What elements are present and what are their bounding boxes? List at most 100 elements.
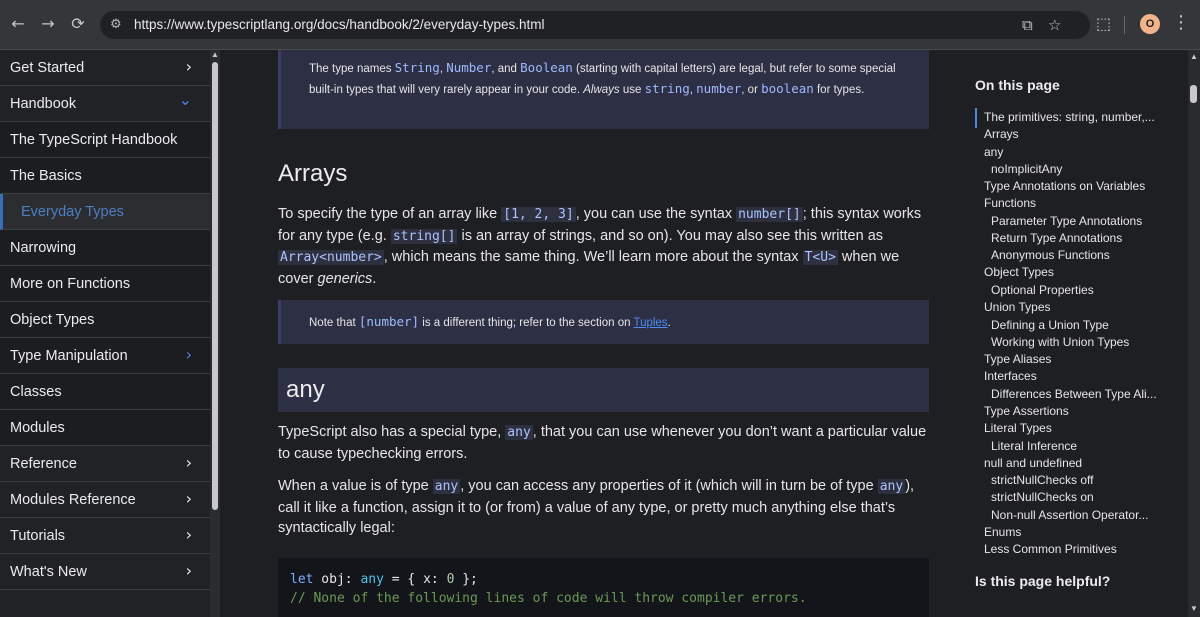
sidebar-item-reference[interactable]: Reference › — [0, 446, 210, 482]
emphasis-text: generics — [317, 270, 373, 287]
browser-toolbar: ← → ⟳ ⚙ https://www.typescriptlang.org/d… — [0, 0, 1200, 50]
toc-item[interactable]: Working with Union Types — [991, 335, 1129, 349]
toc-item[interactable]: Type Assertions — [984, 404, 1069, 418]
install-app-icon[interactable]: ⧉ — [1022, 16, 1033, 34]
toc-item[interactable]: Type Aliases — [984, 352, 1051, 366]
scroll-down-arrow-icon[interactable]: ▼ — [1188, 604, 1200, 613]
toc-item[interactable]: Literal Types — [984, 421, 1052, 435]
type-names-note: The type names String, Number, and Boole… — [278, 50, 929, 129]
code-type: any — [360, 572, 384, 587]
back-icon[interactable]: ← — [8, 14, 28, 34]
inline-code: Number — [446, 60, 492, 75]
sidebar-item-label: Everyday Types — [21, 203, 124, 220]
sidebar-item-more-on-functions[interactable]: More on Functions — [0, 266, 210, 302]
inline-code: String — [394, 60, 440, 75]
toc-item[interactable]: Non-null Assertion Operator... — [991, 508, 1148, 522]
paragraph-text: To specify the type of an array like — [278, 206, 502, 222]
sidebar-item-classes[interactable]: Classes — [0, 374, 210, 410]
url-text[interactable]: https://www.typescriptlang.org/docs/hand… — [134, 17, 544, 32]
toc-item[interactable]: strictNullChecks off — [991, 473, 1093, 487]
sidebar-item-handbook[interactable]: Handbook ⌄ — [0, 86, 210, 122]
forward-icon[interactable]: → — [38, 14, 58, 34]
toc-item[interactable]: Union Types — [984, 300, 1051, 314]
toc-item[interactable]: any — [984, 145, 1003, 159]
chevron-right-icon: › — [185, 345, 192, 364]
sidebar-item-everyday-types[interactable]: Everyday Types — [0, 194, 210, 230]
chevron-down-icon: ⌄ — [178, 90, 192, 109]
any-paragraph-2: When a value is of type any, you can acc… — [278, 476, 929, 539]
page-scrollbar[interactable] — [1188, 50, 1200, 617]
paragraph-text: TypeScript also has a special type, — [278, 424, 506, 440]
chevron-right-icon: › — [185, 57, 192, 76]
toc-item[interactable]: Anonymous Functions — [991, 248, 1110, 262]
toc-item[interactable]: Optional Properties — [991, 283, 1094, 297]
note-text: Note that — [309, 317, 359, 329]
chevron-right-icon: › — [185, 525, 192, 544]
sidebar-item-label: The Basics — [10, 167, 82, 184]
sidebar-item-label: Tutorials — [10, 527, 66, 544]
sidebar-item-label: Reference — [10, 455, 77, 472]
sidebar-item-typescript-handbook[interactable]: The TypeScript Handbook — [0, 122, 210, 158]
inline-code: any — [877, 479, 906, 494]
code-identifier: obj — [313, 572, 345, 587]
reload-icon[interactable]: ⟳ — [68, 14, 88, 34]
menu-dots-icon[interactable]: ⋮ — [1172, 12, 1190, 33]
code-keyword: let — [290, 572, 314, 587]
inline-code: string — [644, 81, 690, 96]
sidebar-item-narrowing[interactable]: Narrowing — [0, 230, 210, 266]
note-text: The type names — [309, 63, 395, 75]
sidebar-item-label: Classes — [10, 383, 62, 400]
toc-item[interactable]: Interfaces — [984, 369, 1037, 383]
toc-item[interactable]: Literal Inference — [991, 439, 1077, 453]
toc-item[interactable]: Defining a Union Type — [991, 318, 1109, 332]
sidebar-item-get-started[interactable]: Get Started › — [0, 50, 210, 86]
sidebar-item-modules-reference[interactable]: Modules Reference › — [0, 482, 210, 518]
toc-item[interactable]: The primitives: string, number,... — [984, 110, 1155, 124]
scroll-up-arrow-icon[interactable]: ▲ — [1188, 52, 1200, 61]
toc-item[interactable]: Functions — [984, 196, 1036, 210]
emphasis-text: Always — [583, 84, 620, 96]
main-content: The type names String, Number, and Boole… — [220, 50, 960, 617]
paragraph-text: . — [372, 270, 377, 287]
sidebar-item-whats-new[interactable]: What's New › — [0, 554, 210, 590]
toc-item[interactable]: Arrays — [984, 127, 1019, 141]
paragraph-text: , which means the same thing. We’ll lear… — [383, 249, 803, 265]
chevron-right-icon: › — [185, 561, 192, 580]
site-settings-icon[interactable]: ⚙ — [110, 17, 122, 32]
toc-item[interactable]: noImplicitAny — [991, 162, 1062, 176]
profile-avatar[interactable]: O — [1140, 14, 1160, 34]
toc-item[interactable]: Object Types — [984, 265, 1054, 279]
toc-item[interactable]: Enums — [984, 525, 1021, 539]
note-text: , and — [491, 63, 521, 75]
toc-item[interactable]: Less Common Primitives — [984, 542, 1117, 556]
sidebar-item-tutorials[interactable]: Tutorials › — [0, 518, 210, 554]
sidebar-item-modules[interactable]: Modules — [0, 410, 210, 446]
toolbar-divider — [1124, 16, 1125, 34]
feedback-heading: Is this page helpful? — [975, 573, 1111, 589]
inline-code: any — [505, 425, 533, 440]
any-heading-box — [278, 368, 929, 412]
sidebar-scroll-thumb[interactable] — [212, 62, 218, 510]
address-bar[interactable]: ⚙ https://www.typescriptlang.org/docs/ha… — [100, 11, 1090, 39]
page-scroll-thumb[interactable] — [1190, 85, 1197, 103]
sidebar-item-label: Modules Reference — [10, 491, 136, 508]
toc-item[interactable]: Return Type Annotations — [991, 231, 1122, 245]
toc-item[interactable]: strictNullChecks on — [991, 490, 1094, 504]
sidebar-item-object-types[interactable]: Object Types — [0, 302, 210, 338]
code-punct: }; — [454, 572, 478, 587]
toc-item[interactable]: Differences Between Type Ali... — [991, 387, 1157, 401]
toc-item[interactable]: Parameter Type Annotations — [991, 214, 1142, 228]
code-punct: : — [344, 572, 361, 587]
sidebar-item-the-basics[interactable]: The Basics — [0, 158, 210, 194]
sidebar-item-type-manipulation[interactable]: Type Manipulation › — [0, 338, 210, 374]
docs-sidebar: Get Started › Handbook ⌄ The TypeScript … — [0, 50, 220, 617]
extensions-icon[interactable]: ⬚ — [1096, 14, 1111, 33]
toc-item[interactable]: null and undefined — [984, 456, 1082, 470]
tuples-link[interactable]: Tuples — [633, 317, 667, 329]
any-heading: any — [286, 376, 325, 403]
inline-code: boolean — [761, 81, 814, 96]
tuples-note: Note that [number] is a different thing;… — [278, 300, 929, 344]
bookmark-star-icon[interactable]: ☆ — [1048, 16, 1061, 34]
toc-item[interactable]: Type Annotations on Variables — [984, 179, 1145, 193]
scroll-up-arrow-icon[interactable]: ▲ — [210, 50, 220, 59]
